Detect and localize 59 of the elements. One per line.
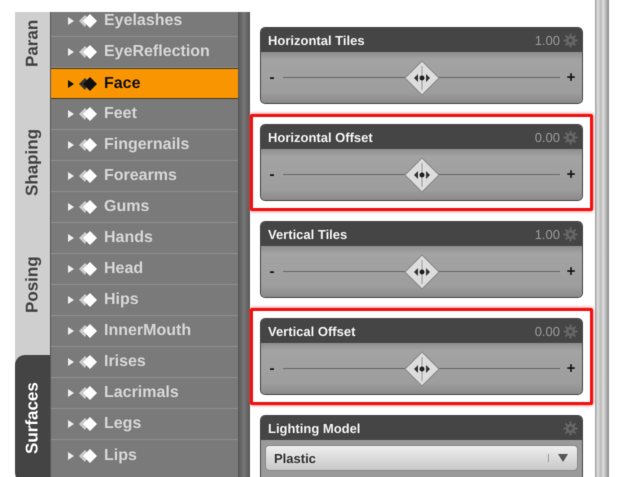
expand-triangle-icon[interactable]: [68, 420, 74, 428]
slider-thumb[interactable]: [404, 156, 440, 192]
increase-label[interactable]: +: [566, 166, 576, 183]
surface-icon: [77, 137, 99, 153]
property-value: 1.00: [534, 226, 560, 242]
surface-icon: [77, 385, 99, 401]
property-title: Lighting Model: [268, 420, 362, 436]
side-tab[interactable]: Shaping: [15, 107, 50, 217]
surface-icon: [77, 416, 99, 432]
property-title: Vertical Offset: [268, 324, 356, 338]
surface-icon: [77, 44, 99, 60]
property-title: Vertical Tiles: [268, 226, 348, 242]
expand-triangle-icon[interactable]: [68, 48, 74, 56]
slider-thumb[interactable]: [404, 60, 440, 96]
surface-icon: [77, 199, 99, 215]
surface-icon: [77, 448, 99, 464]
decrease-label[interactable]: -: [267, 360, 277, 377]
expand-triangle-icon[interactable]: [68, 203, 74, 211]
surface-icon: [77, 106, 99, 122]
surface-icon: [77, 76, 99, 92]
expand-triangle-icon[interactable]: [68, 110, 74, 118]
surface-icon: [77, 230, 99, 246]
expand-triangle-icon[interactable]: [68, 265, 74, 273]
expand-triangle-icon[interactable]: [68, 358, 74, 366]
surface-icon: [77, 261, 99, 277]
property-title: Horizontal Offset: [268, 130, 374, 144]
scrollbar[interactable]: [238, 12, 250, 477]
lighting-model-dropdown[interactable]: Plastic: [265, 445, 578, 471]
expand-triangle-icon[interactable]: [68, 172, 74, 180]
increase-label[interactable]: +: [566, 69, 576, 86]
increase-label[interactable]: +: [566, 360, 576, 377]
property-value: 1.00: [534, 32, 560, 48]
scrollbar[interactable]: [595, 0, 609, 477]
surface-icon: [77, 323, 99, 339]
property-title: Horizontal Tiles: [268, 32, 366, 48]
expand-triangle-icon[interactable]: [68, 452, 74, 460]
expand-triangle-icon[interactable]: [68, 234, 74, 242]
decrease-label[interactable]: -: [267, 166, 277, 183]
side-tab[interactable]: Posing: [15, 237, 50, 332]
expand-triangle-icon[interactable]: [68, 80, 74, 88]
expand-triangle-icon[interactable]: [68, 17, 74, 25]
surface-icon: [77, 13, 99, 29]
surface-list-item[interactable]: Face: [51, 68, 238, 99]
increase-label[interactable]: +: [566, 263, 576, 280]
expand-triangle-icon[interactable]: [68, 296, 74, 304]
decrease-label[interactable]: -: [267, 263, 277, 280]
surface-icon: [77, 168, 99, 184]
slider-thumb[interactable]: [404, 350, 440, 386]
surface-icon: [77, 354, 99, 370]
surface-icon: [77, 292, 99, 308]
expand-triangle-icon[interactable]: [68, 141, 74, 149]
expand-triangle-icon[interactable]: [68, 327, 74, 335]
slider-thumb[interactable]: [404, 254, 440, 290]
decrease-label[interactable]: -: [267, 69, 277, 86]
side-tab[interactable]: Paran: [15, 12, 50, 74]
property-value: 0.00: [534, 130, 560, 144]
side-tab[interactable]: Surfaces: [15, 355, 50, 477]
property-value: 0.00: [534, 324, 560, 338]
expand-triangle-icon[interactable]: [68, 389, 74, 397]
